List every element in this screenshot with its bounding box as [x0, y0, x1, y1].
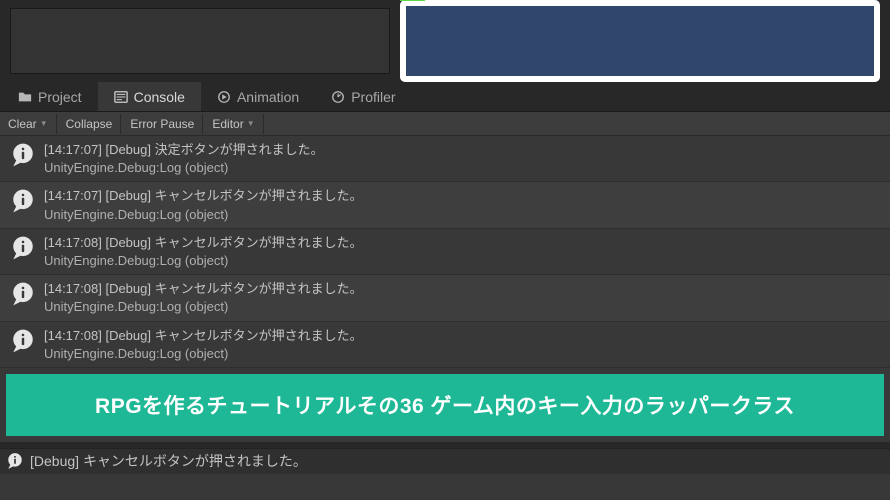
clear-button[interactable]: Clear ▼ — [0, 114, 57, 134]
info-icon — [10, 235, 36, 261]
chevron-down-icon: ▼ — [247, 119, 255, 128]
status-bar[interactable]: [Debug] キャンセルボタンが押されました。 — [0, 448, 890, 474]
info-icon — [10, 142, 36, 168]
log-entry[interactable]: [14:17:08] [Debug] キャンセルボタンが押されました。 Unit… — [0, 229, 890, 275]
chevron-down-icon: ▼ — [40, 119, 48, 128]
tutorial-banner: RPGを作るチュートリアルその36 ゲーム内のキー入力のラッパークラス — [6, 374, 884, 436]
log-text: [14:17:08] [Debug] キャンセルボタンが押されました。 Unit… — [44, 326, 363, 363]
info-icon — [10, 188, 36, 214]
toolbar-label: Clear — [8, 117, 37, 131]
status-text: [Debug] キャンセルボタンが押されました。 — [30, 451, 307, 471]
toolbar-label: Editor — [212, 117, 243, 131]
animation-icon — [217, 90, 231, 104]
log-entry[interactable]: [14:17:07] [Debug] キャンセルボタンが押されました。 Unit… — [0, 182, 890, 228]
toolbar-label: Collapse — [66, 117, 113, 131]
toolbar-label: Error Pause — [130, 117, 194, 131]
console-toolbar: Clear ▼ Collapse Error Pause Editor ▼ — [0, 112, 890, 136]
info-icon — [10, 281, 36, 307]
console-icon — [114, 90, 128, 104]
log-text: [14:17:08] [Debug] キャンセルボタンが押されました。 Unit… — [44, 233, 363, 270]
log-text: [14:17:07] [Debug] キャンセルボタンが押されました。 Unit… — [44, 186, 363, 223]
collapse-button[interactable]: Collapse — [58, 114, 122, 134]
error-pause-button[interactable]: Error Pause — [122, 114, 203, 134]
tab-project[interactable]: Project — [2, 82, 98, 111]
panel-tabs: Project Console Animation Profiler — [0, 82, 890, 112]
info-icon — [10, 328, 36, 354]
profiler-icon — [331, 90, 345, 104]
upper-panel-left — [10, 8, 390, 74]
folder-icon — [18, 90, 32, 104]
tab-label: Console — [134, 89, 185, 105]
tab-profiler[interactable]: Profiler — [315, 82, 411, 111]
upper-panels — [0, 0, 890, 82]
tab-label: Animation — [237, 89, 299, 105]
banner-text: RPGを作るチュートリアルその36 ゲーム内のキー入力のラッパークラス — [95, 395, 795, 418]
tab-label: Project — [38, 89, 82, 105]
log-entry[interactable]: [14:17:08] [Debug] キャンセルボタンが押されました。 Unit… — [0, 322, 890, 368]
info-icon — [6, 452, 24, 470]
log-text: [14:17:08] [Debug] キャンセルボタンが押されました。 Unit… — [44, 279, 363, 316]
tab-label: Profiler — [351, 89, 395, 105]
editor-dropdown[interactable]: Editor ▼ — [204, 114, 263, 134]
log-text: [14:17:07] [Debug] 決定ボタンが押されました。 UnityEn… — [44, 140, 324, 177]
tab-animation[interactable]: Animation — [201, 82, 315, 111]
log-entry[interactable]: [14:17:07] [Debug] 決定ボタンが押されました。 UnityEn… — [0, 136, 890, 182]
console-log-list: [14:17:07] [Debug] 決定ボタンが押されました。 UnityEn… — [0, 136, 890, 368]
game-preview-panel — [400, 0, 880, 82]
tab-console[interactable]: Console — [98, 82, 201, 111]
log-entry[interactable]: [14:17:08] [Debug] キャンセルボタンが押されました。 Unit… — [0, 275, 890, 321]
